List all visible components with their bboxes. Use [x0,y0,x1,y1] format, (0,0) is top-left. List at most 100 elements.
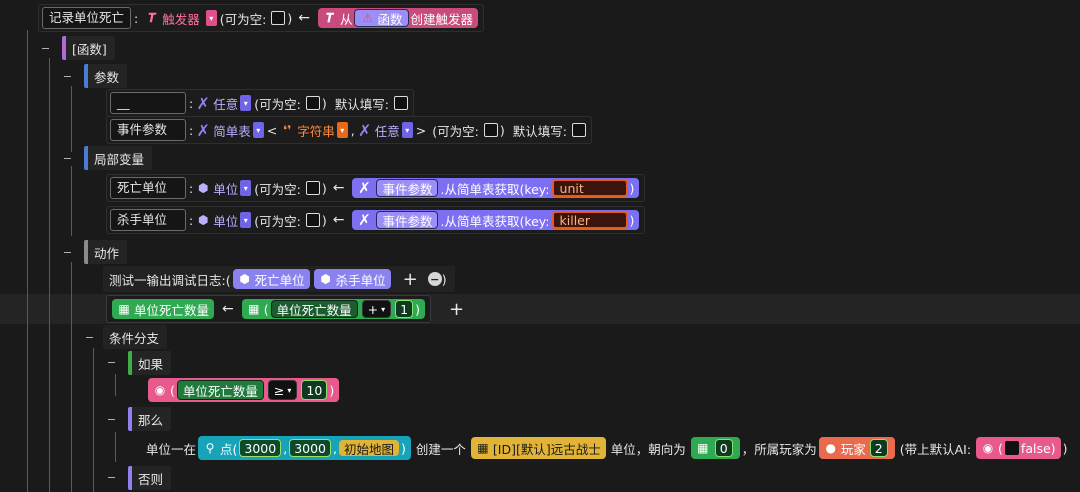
local-name-field[interactable]: 死亡单位 [110,177,186,199]
if-node[interactable]: 如果 [128,350,172,376]
chevron-down-icon[interactable]: ▾ [205,10,217,26]
param-row[interactable]: 事件参数 : ✗ 简单表 ▾ < ❛❜ 字符串 ▾ , ✗ 任意 ▾ > (可为… [106,116,592,144]
remove-arg-button[interactable]: − [427,272,442,286]
unit-cube-icon: ⬢ [197,213,209,227]
trigger-name-field[interactable]: 记录单位死亡 [42,7,132,29]
event-param-chip[interactable]: 事件参数 [376,179,439,197]
collapse-toggle[interactable] [86,337,93,338]
nullable-checkbox[interactable] [483,123,498,137]
nullable-checkbox[interactable] [271,11,286,25]
locals-node[interactable]: 局部变量 [84,145,153,171]
event-param-chip[interactable]: 事件参数 [376,211,439,229]
tree-line [71,166,72,236]
string-icon: ❛❜ [283,123,292,137]
default-fill-checkbox[interactable] [393,96,408,110]
counter-var-chip[interactable]: 单位死亡数量 [270,300,358,318]
chevron-down-icon[interactable]: ▾ [240,180,252,196]
condition-expression[interactable]: ◉ ( 单位死亡数量 ≥ ▾ 10 ) [146,377,341,403]
chevron-down-icon[interactable]: ▾ [336,122,348,138]
facing-field[interactable]: 0 [714,439,733,457]
number-field[interactable]: 10 [301,380,328,400]
table-type-icon: ✗ [358,179,371,197]
debug-log-action[interactable]: 测试一输出调试日志:( ⬢ 死亡单位 ⬢ 杀手单位 + − ) [103,266,455,292]
assign-arrow-icon: ← [332,212,345,228]
counter-icon: ▦ [118,302,130,316]
param-row[interactable]: __ : ✗ 任意 ▾ (可为空: ) 默认填写: [106,89,414,117]
collapse-toggle[interactable] [42,48,49,49]
else-node[interactable]: 否则 [128,465,172,491]
counter-var-chip[interactable]: 单位死亡数量 [176,380,264,400]
collapse-toggle[interactable] [64,252,71,253]
trigger-declaration-row[interactable]: 记录单位死亡 : 𝑻 触发器 ▾ (可为空: ) ← 𝑻 从 ⚠ 函数 创建触发… [38,4,485,32]
create-trigger-block[interactable]: 𝑻 从 ⚠ 函数 创建触发器 [317,8,479,28]
nullable-checkbox[interactable] [305,213,320,227]
player-icon: ● [825,441,836,455]
tree-line [93,348,94,492]
param-name-field[interactable]: __ [110,92,186,114]
chevron-down-icon[interactable]: ▾ [240,95,252,111]
nullable-checkbox[interactable] [305,181,320,195]
facing-block[interactable]: ▦ 0 [690,437,740,459]
add-expression[interactable]: ▦ ( 单位死亡数量 + ▾ 1 ) [241,299,425,319]
compare-block[interactable]: ◉ ( 单位死亡数量 ≥ ▾ 10 ) [148,378,340,402]
add-action-button[interactable]: + [449,299,464,320]
table-type-icon: ✗ [196,120,210,140]
unit-cube-icon: ⬢ [239,272,250,286]
key-string-field[interactable]: unit [551,179,628,197]
any-type-icon: ✗ [196,93,210,113]
local-name-field[interactable]: 杀手单位 [110,209,186,231]
params-node[interactable]: 参数 [84,63,128,89]
x-field[interactable]: 3000 [239,439,282,457]
key-string-field[interactable]: killer [551,211,628,229]
chevron-down-icon[interactable]: ▾ [240,212,252,228]
local-var-row[interactable]: 杀手单位 : ⬢ 单位 ▾ (可为空: ) ← ✗ 事件参数 .从简单表获取(k… [106,206,646,234]
ai-bool-block[interactable]: ◉ ( false ) [976,437,1061,459]
table-type-icon: ✗ [358,211,371,229]
local-var-row[interactable]: 死亡单位 : ⬢ 单位 ▾ (可为空: ) ← ✗ 事件参数 .从简单表获取(k… [106,174,646,202]
param-name-field[interactable]: 事件参数 [110,119,186,141]
operator-select[interactable]: + ▾ [361,300,392,318]
player-block[interactable]: ● 玩家 2 [818,437,895,459]
actions-node[interactable]: 动作 [84,239,128,265]
trigger-icon: 𝑻 [326,10,334,25]
nullable-checkbox[interactable] [305,96,320,110]
collapse-toggle[interactable] [108,477,115,478]
get-from-table-block[interactable]: ✗ 事件参数 .从简单表获取(key: killer ) [352,210,640,230]
add-arg-button[interactable]: + [403,269,418,290]
counter-var-chip[interactable]: ▦ 单位死亡数量 [112,299,215,319]
collapse-toggle[interactable] [64,158,71,159]
y-field[interactable]: 3000 [289,439,332,457]
trigger-icon: 𝑻 [148,10,156,25]
bool-checkbox[interactable] [1004,441,1019,455]
unit-cube-icon: ⬢ [197,181,209,195]
operator-select[interactable]: ≥ ▾ [267,380,298,400]
collapse-toggle[interactable] [64,76,71,77]
create-unit-action[interactable]: 单位一在 ⚲ 点( 3000 , 3000 , 初始地图 ) 创建一个 ▦ [I… [146,435,1067,461]
log-arg-chip[interactable]: ⬢ 杀手单位 [313,269,391,289]
tree-line [71,262,72,492]
branch-node[interactable]: 条件分支 [103,324,168,350]
chevron-down-icon[interactable]: ▾ [401,122,413,138]
default-fill-checkbox[interactable] [571,123,586,137]
log-arg-chip[interactable]: ⬢ 死亡单位 [232,269,310,289]
map-chip[interactable]: 初始地图 [339,440,400,457]
counter-icon: ▦ [248,302,260,316]
number-field[interactable]: 1 [395,300,414,318]
function-node[interactable]: [函数] [62,35,115,61]
get-from-table-block[interactable]: ✗ 事件参数 .从简单表获取(key: unit ) [352,178,640,198]
collapse-toggle[interactable] [108,419,115,420]
unit-type-icon: ▦ [477,441,489,455]
trigger-type[interactable]: 𝑻 触发器 [143,8,202,28]
chevron-down-icon[interactable]: ▾ [252,122,264,138]
player-num-field[interactable]: 2 [869,439,888,457]
point-block[interactable]: ⚲ 点( 3000 , 3000 , 初始地图 ) [198,436,411,460]
chevron-down-icon: ▾ [287,385,292,395]
then-node[interactable]: 那么 [128,406,172,432]
unit-type-chip[interactable]: ▦ [ID][默认]远古战士 [470,437,606,459]
collapse-toggle[interactable] [108,362,115,363]
tree-line [71,86,72,152]
increment-action[interactable]: ▦ 单位死亡数量 ← ▦ ( 单位死亡数量 + ▾ 1 ) + [106,295,474,323]
tree-line [115,432,116,462]
function-chip[interactable]: ⚠ 函数 [354,9,409,27]
tree-line [27,30,28,492]
